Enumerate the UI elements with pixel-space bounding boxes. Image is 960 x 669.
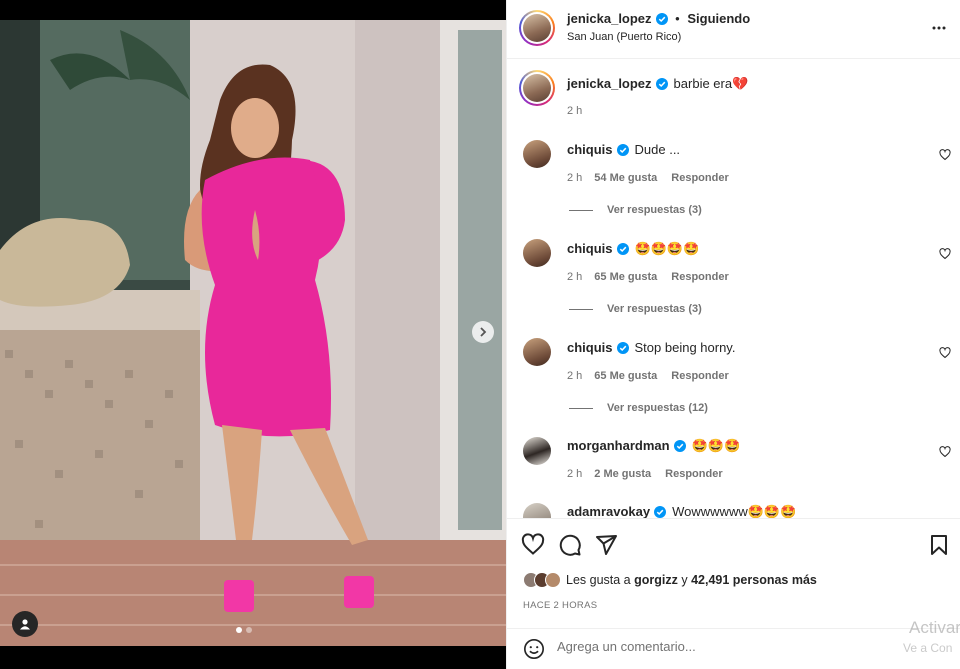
- add-comment-bar: [507, 628, 960, 669]
- carousel-dots: [236, 627, 252, 633]
- photo-bottom-letterbox: [0, 646, 506, 669]
- author-username[interactable]: jenicka_lopez: [567, 11, 652, 26]
- share-icon[interactable]: [594, 533, 618, 562]
- heart-icon[interactable]: [521, 533, 545, 562]
- comment-avatar[interactable]: [523, 338, 551, 366]
- comment: morganhardman 🤩🤩🤩: [567, 438, 740, 455]
- comment-time: 2 h: [567, 370, 583, 382]
- comment-likes[interactable]: 2 Me gusta: [594, 468, 651, 480]
- comment-avatar[interactable]: [523, 239, 551, 267]
- comment-like-icon[interactable]: [939, 445, 951, 463]
- comment-time: 2 h: [567, 468, 583, 480]
- comment: adamravokay Wowwwwww🤩🤩🤩: [567, 504, 796, 518]
- emoji-icon[interactable]: [523, 638, 545, 665]
- activation-watermark: Activar: [909, 618, 960, 637]
- verified-icon: [655, 78, 668, 93]
- comment-meta: 2 h 65 Me gusta Responder: [567, 271, 729, 283]
- comment-text: 🤩🤩🤩: [691, 438, 741, 453]
- likes-summary[interactable]: Les gusta a gorgizz y 42,491 personas má…: [523, 572, 817, 588]
- comment-likes[interactable]: 65 Me gusta: [594, 370, 657, 382]
- post-photo[interactable]: [0, 0, 506, 669]
- comment-icon[interactable]: [558, 533, 582, 562]
- comment-username[interactable]: adamravokay: [567, 504, 650, 518]
- following-button[interactable]: Siguiendo: [687, 11, 750, 26]
- verified-icon: [616, 342, 629, 357]
- author-avatar[interactable]: [519, 10, 555, 46]
- comment-meta: 2 h 65 Me gusta Responder: [567, 370, 729, 382]
- carousel-dot-active: [236, 627, 242, 633]
- comment-username[interactable]: chiquis: [567, 142, 613, 157]
- comment-text: Wowwwwww🤩🤩🤩: [672, 504, 797, 518]
- caption-time: 2 h: [567, 105, 583, 117]
- liker-username[interactable]: gorgizz: [634, 573, 678, 587]
- post-header: jenicka_lopez • Siguiendo San Juan (Puer…: [507, 0, 960, 59]
- comment-input[interactable]: [557, 639, 857, 654]
- comment-avatar[interactable]: [523, 140, 551, 168]
- header-line: jenicka_lopez • Siguiendo: [567, 11, 750, 28]
- carousel-dot: [246, 627, 252, 633]
- pink-dress: [201, 157, 331, 437]
- comment: chiquis Stop being horny.: [567, 340, 735, 357]
- post-actions: Les gusta a gorgizz y 42,491 personas má…: [507, 518, 960, 628]
- comment-time: 2 h: [567, 172, 583, 184]
- reply-button[interactable]: Responder: [671, 370, 728, 382]
- shoe-left: [224, 580, 254, 612]
- comment: chiquis Dude ...: [567, 142, 680, 159]
- comments-section[interactable]: jenicka_lopez barbie era💔 2 h chiquis Dude…: [507, 60, 960, 518]
- shoe-right: [344, 576, 374, 608]
- more-options-icon[interactable]: [931, 20, 947, 41]
- comment-time: 2 h: [567, 271, 583, 283]
- caption: jenicka_lopez barbie era💔: [567, 76, 748, 93]
- view-replies-button[interactable]: Ver respuestas (3): [569, 204, 702, 216]
- likes-connector: y: [681, 573, 688, 587]
- view-replies-button[interactable]: Ver respuestas (3): [569, 303, 702, 315]
- likes-prefix: Les gusta a: [566, 573, 631, 587]
- comment-like-icon[interactable]: [939, 247, 951, 265]
- verified-icon: [616, 144, 629, 159]
- comment-meta: 2 h 2 Me gusta Responder: [567, 468, 723, 480]
- post-timestamp[interactable]: HACE 2 HORAS: [523, 600, 597, 611]
- comment-avatar[interactable]: [523, 503, 551, 518]
- verified-icon: [673, 440, 686, 455]
- comment-likes[interactable]: 65 Me gusta: [594, 271, 657, 283]
- comment-meta: 2 h 54 Me gusta Responder: [567, 172, 729, 184]
- comment-text: Dude ...: [634, 142, 681, 157]
- verified-icon: [616, 243, 629, 258]
- comment-username[interactable]: chiquis: [567, 241, 613, 256]
- photo-top-letterbox: [0, 0, 506, 20]
- comment-username[interactable]: morganhardman: [567, 438, 670, 453]
- comment-likes[interactable]: 54 Me gusta: [594, 172, 657, 184]
- pillar: [355, 20, 450, 560]
- verified-icon: [654, 506, 667, 518]
- photo-scene: [0, 20, 506, 646]
- post-side-panel: jenicka_lopez • Siguiendo San Juan (Puer…: [506, 0, 960, 669]
- liker-avatar: [545, 572, 561, 588]
- activation-watermark-sub: Ve a Con: [903, 641, 953, 655]
- separator-bullet: •: [675, 11, 680, 26]
- comment-username[interactable]: chiquis: [567, 340, 613, 355]
- reply-button[interactable]: Responder: [671, 271, 728, 283]
- next-arrow-icon[interactable]: [472, 321, 494, 343]
- comment: chiquis 🤩🤩🤩🤩: [567, 241, 699, 258]
- comment-avatar[interactable]: [523, 437, 551, 465]
- verified-icon: [655, 13, 668, 28]
- comment-like-icon[interactable]: [939, 346, 951, 364]
- likes-count[interactable]: 42,491 personas más: [691, 573, 817, 587]
- post-location[interactable]: San Juan (Puerto Rico): [567, 31, 681, 43]
- reply-button[interactable]: Responder: [665, 468, 722, 480]
- caption-username[interactable]: jenicka_lopez: [567, 76, 652, 91]
- caption-text: barbie era💔: [673, 76, 749, 91]
- caption-avatar[interactable]: [519, 70, 555, 106]
- comment-text: 🤩🤩🤩🤩: [634, 241, 700, 256]
- user-tag-icon[interactable]: [12, 611, 38, 637]
- comment-text: Stop being horny.: [634, 340, 736, 355]
- save-icon[interactable]: [927, 533, 951, 562]
- view-replies-button[interactable]: Ver respuestas (12): [569, 402, 708, 414]
- reply-button[interactable]: Responder: [671, 172, 728, 184]
- comment-like-icon[interactable]: [939, 148, 951, 166]
